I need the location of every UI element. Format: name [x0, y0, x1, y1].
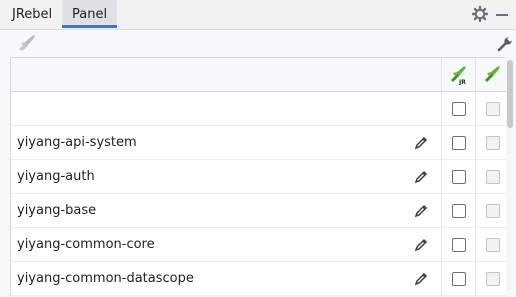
module-name: yiyang-auth [17, 169, 95, 184]
modules-table: JR yiyang-api-system yiyang-auth yiyang-… [10, 57, 507, 297]
jrebel-panel-window: JRebel Panel JR yiyang-api-system yiyang… [0, 0, 516, 297]
module-name: yiyang-common-core [17, 237, 155, 252]
module-name: yiyang-api-system [17, 135, 137, 150]
table-row[interactable]: yiyang-common-core [11, 228, 507, 262]
remote-server-checkbox[interactable] [486, 238, 500, 252]
table-row[interactable]: yiyang-common-datascope [11, 262, 507, 296]
table-row[interactable]: yiyang-base [11, 194, 507, 228]
edit-pencil-icon[interactable] [414, 271, 429, 286]
jrebel-agent-checkbox[interactable] [452, 272, 466, 286]
edit-pencil-icon[interactable] [414, 203, 429, 218]
jrebel-agent-checkbox[interactable] [452, 238, 466, 252]
table-header: JR [11, 58, 507, 92]
gear-icon[interactable] [472, 6, 488, 22]
edit-pencil-icon[interactable] [414, 135, 429, 150]
table-row[interactable]: yiyang-api-system [11, 126, 507, 160]
jrebel-remote-rocket-icon[interactable] [482, 65, 502, 85]
edit-pencil-icon[interactable] [414, 169, 429, 184]
remote-server-checkbox[interactable] [486, 170, 500, 184]
table-row[interactable]: yiyang-auth [11, 160, 507, 194]
wrench-icon[interactable] [497, 36, 513, 52]
svg-text:JR: JR [458, 79, 466, 85]
remote-server-checkbox[interactable] [486, 204, 500, 218]
jrebel-agent-checkbox[interactable] [452, 102, 466, 116]
jrebel-rocket-icon[interactable] [17, 34, 37, 52]
remote-server-checkbox[interactable] [486, 136, 500, 150]
panel-toolbar [0, 30, 516, 57]
tool-window-tab-bar: JRebel Panel [0, 0, 516, 30]
edit-pencil-icon[interactable] [414, 237, 429, 252]
remote-server-checkbox[interactable] [486, 102, 500, 116]
jrebel-rocket-jr-icon[interactable]: JR [448, 65, 468, 85]
module-name: yiyang-base [17, 203, 97, 218]
hide-panel-icon[interactable] [496, 14, 508, 16]
jrebel-agent-checkbox[interactable] [452, 170, 466, 184]
remote-server-checkbox[interactable] [486, 272, 500, 286]
tab-jrebel[interactable]: JRebel [2, 0, 60, 28]
table-row[interactable] [11, 92, 507, 126]
jrebel-agent-checkbox[interactable] [452, 136, 466, 150]
module-name: yiyang-common-datascope [17, 271, 194, 286]
tab-panel[interactable]: Panel [62, 0, 117, 28]
jrebel-agent-checkbox[interactable] [452, 204, 466, 218]
vertical-scrollbar-thumb[interactable] [507, 60, 513, 128]
